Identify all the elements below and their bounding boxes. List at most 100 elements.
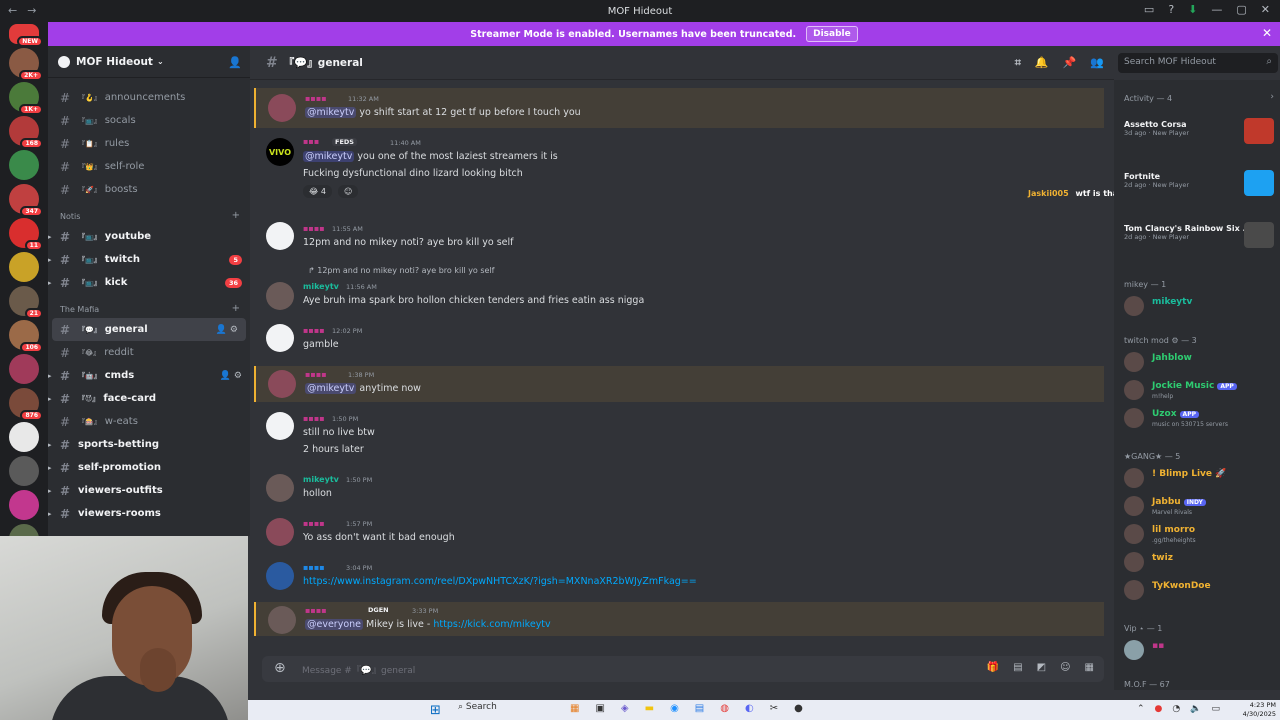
- inbox-icon[interactable]: ▭: [1144, 3, 1154, 16]
- channel-face-card[interactable]: ▸ # 『😈』 face-card: [48, 387, 250, 410]
- channel-rules[interactable]: # 『📋』 rules: [48, 132, 250, 155]
- mention[interactable]: @mikeytv: [305, 383, 357, 394]
- obs-icon[interactable]: ●: [794, 703, 803, 714]
- channel-twitch[interactable]: ▸ # 『📺』 twitch 5: [48, 248, 250, 271]
- message[interactable]: ▪▪▪▪ 1:50 PM still no live btw 2 hours l…: [254, 412, 1104, 460]
- message-link[interactable]: https://kick.com/mikeytv: [433, 619, 550, 630]
- server-icon[interactable]: 2K+: [9, 48, 43, 81]
- server-icon[interactable]: [9, 150, 39, 180]
- bell-icon[interactable]: 🔔: [1035, 56, 1049, 70]
- message[interactable]: ▪▪▪▪ 11:55 AM 12pm and no mikey noti? ay…: [254, 220, 1104, 260]
- sticker-icon[interactable]: ◩: [1037, 662, 1046, 673]
- activity-card[interactable]: Tom Clancy's Rainbow Six ... 2d ago · New…: [1124, 222, 1274, 248]
- forward-icon[interactable]: →: [27, 4, 36, 17]
- close-window-icon[interactable]: ✕: [1261, 3, 1270, 16]
- expand-arrow-icon[interactable]: ▸: [48, 256, 52, 264]
- add-attachment-icon[interactable]: ⊕: [274, 660, 286, 676]
- expand-arrow-icon[interactable]: ▸: [48, 233, 52, 241]
- channel-boosts[interactable]: # 『🚀』 boosts: [48, 178, 250, 201]
- edge-icon[interactable]: ◉: [670, 703, 679, 714]
- channel-self-promotion[interactable]: ▸ # self-promotion: [48, 456, 250, 479]
- channel-socals[interactable]: # 『📺』 socals: [48, 109, 250, 132]
- channel-settings-icon[interactable]: 👤 ⚙: [220, 371, 242, 381]
- message[interactable]: ▪▪▪▪ DGEN 3:33 PM @everyone Mikey is liv…: [254, 602, 1104, 636]
- channel-youtube[interactable]: ▸ # 『📺』 youtube: [48, 225, 250, 248]
- member-item[interactable]: ▪▪: [1124, 638, 1274, 664]
- help-icon[interactable]: ?: [1168, 3, 1174, 16]
- reaction[interactable]: 😂 4: [303, 185, 332, 198]
- channel-settings-icon[interactable]: 👤 ⚙: [216, 325, 238, 335]
- channel-w-eats[interactable]: # 『🎰』 w-eats: [48, 410, 250, 433]
- message[interactable]: ▪▪▪▪ 1:38 PM @mikeytv anytime now: [254, 366, 1104, 402]
- member-item[interactable]: Jabbu INDY Marvel Rivals: [1124, 494, 1274, 520]
- server-icon[interactable]: 876: [9, 388, 43, 421]
- download-icon[interactable]: ⬇: [1188, 3, 1197, 16]
- server-icon[interactable]: [9, 252, 39, 282]
- server-icon[interactable]: 1K+: [9, 82, 43, 115]
- mention[interactable]: @everyone: [305, 619, 364, 630]
- activity-card[interactable]: Fortnite 2d ago · New Player: [1124, 170, 1274, 196]
- emoji-icon[interactable]: ☺: [1060, 662, 1070, 673]
- chrome-icon[interactable]: ◍: [720, 703, 729, 714]
- message[interactable]: ▪▪▪▪ 1:57 PM Yo ass don't want it bad en…: [254, 518, 1104, 552]
- expand-arrow-icon[interactable]: ▸: [48, 395, 52, 403]
- pin-icon[interactable]: 📌: [1063, 56, 1077, 70]
- member-item[interactable]: Uzox APP music on 530715 servers: [1124, 406, 1274, 432]
- wifi-icon[interactable]: ◔: [1172, 704, 1180, 714]
- expand-arrow-icon[interactable]: ▸: [48, 441, 52, 449]
- server-icon[interactable]: [9, 422, 39, 452]
- clock[interactable]: 4:23 PM 4/30/2025: [1243, 701, 1276, 719]
- server-icon[interactable]: [9, 490, 39, 520]
- battery-icon[interactable]: ▭: [1211, 704, 1220, 714]
- expand-arrow-icon[interactable]: ▸: [48, 487, 52, 495]
- widgets-icon[interactable]: ▦: [570, 703, 579, 714]
- channel-category[interactable]: The Mafia +: [48, 294, 250, 318]
- channel-reddit[interactable]: # 『😂』 reddit: [48, 341, 250, 364]
- add-channel-icon[interactable]: +: [232, 210, 240, 221]
- volume-icon[interactable]: 🔈: [1190, 704, 1201, 714]
- channel-general[interactable]: # 『💬』 general 👤 ⚙: [52, 318, 246, 341]
- back-icon[interactable]: ←: [8, 4, 17, 17]
- server-icon[interactable]: 347: [9, 184, 43, 217]
- member-item[interactable]: Jockie Music APP m!help: [1124, 378, 1274, 404]
- channel-viewers-rooms[interactable]: ▸ # viewers-rooms: [48, 502, 250, 525]
- message[interactable]: ▪▪▪▪ 12:02 PM gamble: [254, 324, 1104, 358]
- minimize-icon[interactable]: —: [1211, 3, 1222, 16]
- message[interactable]: ↱ 12pm and no mikey noti? aye bro kill y…: [254, 264, 1104, 310]
- message[interactable]: mikeytv 1:50 PM hollon: [254, 474, 1104, 508]
- add-channel-icon[interactable]: +: [232, 303, 240, 314]
- chevron-right-icon[interactable]: ›: [1270, 92, 1274, 102]
- member-item[interactable]: Jahblow: [1124, 350, 1274, 376]
- mention[interactable]: @mikeytv: [303, 151, 355, 162]
- channel-kick[interactable]: ▸ # 『📺』 kick 36: [48, 271, 250, 294]
- server-icon[interactable]: 106: [9, 320, 43, 353]
- server-icon[interactable]: 168: [9, 116, 43, 149]
- server-icon[interactable]: 21: [9, 286, 43, 319]
- close-banner-icon[interactable]: ✕: [1262, 26, 1272, 40]
- activity-card[interactable]: Assetto Corsa 3d ago · New Player: [1124, 118, 1274, 144]
- members-icon[interactable]: 👥: [1090, 56, 1104, 70]
- server-icon[interactable]: 497: [9, 524, 39, 536]
- reply-preview[interactable]: ↱ 12pm and no mikey noti? aye bro kill y…: [308, 266, 495, 275]
- member-item[interactable]: ! Blimp Live 🚀: [1124, 466, 1274, 492]
- file-explorer-icon[interactable]: ▬: [645, 703, 654, 714]
- capcut-icon[interactable]: ✂: [770, 703, 778, 714]
- message[interactable]: VIVO ▪▪▪ FEDS 11:40 AM @mikeytv you one …: [254, 132, 1104, 208]
- member-item[interactable]: TyKwonDoe: [1124, 578, 1274, 604]
- gif-icon[interactable]: ▤: [1013, 662, 1022, 673]
- store-icon[interactable]: ▤: [695, 703, 704, 714]
- mention[interactable]: @mikeytv: [305, 107, 357, 118]
- server-icon[interactable]: [9, 354, 39, 384]
- channel-sports-betting[interactable]: ▸ # sports-betting: [48, 433, 250, 456]
- channel-cmds[interactable]: ▸ # 『🤖』 cmds 👤 ⚙: [48, 364, 250, 387]
- maximize-icon[interactable]: ▢: [1236, 3, 1246, 16]
- expand-arrow-icon[interactable]: ▸: [48, 372, 52, 380]
- threads-icon[interactable]: ⌗: [1015, 56, 1021, 70]
- expand-arrow-icon[interactable]: ▸: [48, 510, 52, 518]
- disable-button[interactable]: Disable: [806, 26, 858, 42]
- member-item[interactable]: lil morro .gg/theheights: [1124, 522, 1274, 548]
- expand-arrow-icon[interactable]: ▸: [48, 279, 52, 287]
- task-view-icon[interactable]: ▣: [595, 703, 604, 714]
- invite-icon[interactable]: 👤: [228, 56, 242, 69]
- username[interactable]: mikeytv: [303, 282, 339, 291]
